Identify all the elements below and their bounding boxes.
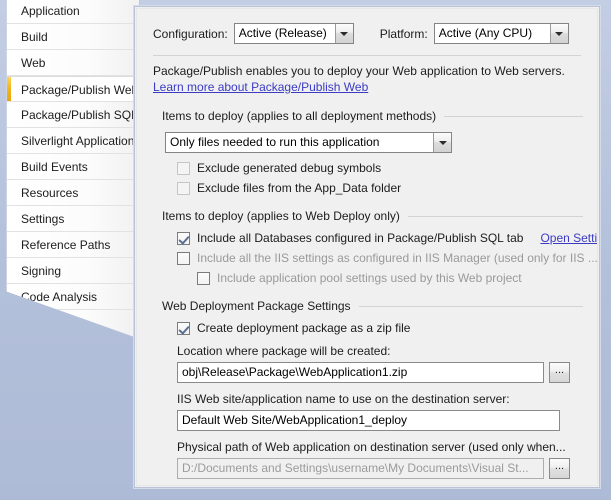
exclude-app-data-label: Exclude files from the App_Data folder bbox=[197, 181, 402, 195]
sidebar-item-build[interactable]: Build bbox=[7, 24, 139, 50]
location-input[interactable]: obj\Release\Package\WebApplication1.zip bbox=[177, 362, 544, 383]
include-iis-settings-checkbox[interactable] bbox=[177, 251, 190, 265]
iis-name-field-row: Default Web Site/WebApplication1_deploy bbox=[177, 410, 597, 431]
sidebar-item-resources[interactable]: Resources bbox=[7, 180, 139, 206]
chevron-down-icon[interactable] bbox=[433, 133, 451, 152]
sidebar-item-reference-paths[interactable]: Reference Paths bbox=[7, 232, 139, 258]
learn-more-link[interactable]: Learn more about Package/Publish Web bbox=[153, 80, 368, 95]
sidebar-item-label: Application bbox=[21, 4, 80, 18]
include-app-pool-checkbox[interactable] bbox=[197, 271, 210, 285]
sidebar-item-label: Resources bbox=[21, 186, 79, 200]
sidebar-item-settings[interactable]: Settings bbox=[7, 206, 139, 232]
group-package-settings-header: Web Deployment Package Settings bbox=[162, 299, 583, 313]
location-browse-button[interactable]: ... bbox=[549, 362, 570, 383]
configuration-value: Active (Release) bbox=[238, 26, 327, 40]
group-title: Items to deploy (applies to all deployme… bbox=[162, 109, 437, 123]
include-databases-label: Include all Databases configured in Pack… bbox=[197, 231, 524, 245]
sidebar-item-signing[interactable]: Signing bbox=[7, 258, 139, 284]
create-zip-label: Create deployment package as a zip file bbox=[197, 321, 411, 335]
physical-path-field-row: D:/Documents and Settings\username\My Do… bbox=[177, 458, 597, 479]
sidebar-item-label: Package/Publish Web bbox=[21, 83, 139, 97]
properties-tab-strip: Application Build Web Package/Publish We… bbox=[6, 0, 140, 339]
group-rule bbox=[358, 305, 583, 307]
open-settings-link[interactable]: Open Settings bbox=[540, 231, 597, 245]
physical-path-input[interactable]: D:/Documents and Settings\username\My Do… bbox=[177, 458, 544, 479]
group-items-web-deploy-header: Items to deploy (applies to Web Deploy o… bbox=[162, 209, 583, 223]
group-title: Items to deploy (applies to Web Deploy o… bbox=[162, 209, 400, 223]
exclude-app-data-row[interactable]: Exclude files from the App_Data folder bbox=[177, 181, 597, 195]
include-app-pool-label: Include application pool settings used b… bbox=[217, 271, 522, 285]
sidebar-item-label: Code Analysis bbox=[21, 290, 98, 304]
include-iis-settings-label: Include all the IIS settings as configur… bbox=[197, 251, 598, 265]
sidebar-item-package-publish-sql[interactable]: Package/Publish SQL bbox=[7, 102, 139, 128]
group-rule bbox=[407, 215, 583, 217]
intro-description: Package/Publish enables you to deploy yo… bbox=[153, 64, 565, 78]
configuration-label: Configuration: bbox=[153, 26, 228, 41]
physical-path-browse-button[interactable]: ... bbox=[549, 458, 570, 479]
sidebar-item-label: Build Events bbox=[21, 160, 88, 174]
sidebar-item-application[interactable]: Application bbox=[7, 0, 139, 24]
platform-value: Active (Any CPU) bbox=[438, 26, 533, 40]
sidebar-item-silverlight-applications[interactable]: Silverlight Applications bbox=[7, 128, 139, 154]
include-app-pool-row[interactable]: Include application pool settings used b… bbox=[197, 271, 597, 285]
package-publish-web-panel: Configuration: Active (Release) Platform… bbox=[134, 6, 600, 488]
exclude-debug-symbols-row[interactable]: Exclude generated debug symbols bbox=[177, 161, 597, 175]
create-zip-row[interactable]: Create deployment package as a zip file bbox=[177, 321, 597, 335]
sidebar-item-web[interactable]: Web bbox=[7, 50, 139, 76]
iis-name-input[interactable]: Default Web Site/WebApplication1_deploy bbox=[177, 410, 560, 431]
exclude-debug-symbols-label: Exclude generated debug symbols bbox=[197, 161, 382, 175]
sidebar-item-code-analysis[interactable]: Code Analysis bbox=[7, 284, 139, 310]
properties-page-root: Application Build Web Package/Publish We… bbox=[0, 0, 611, 500]
group-title: Web Deployment Package Settings bbox=[162, 299, 351, 313]
configuration-dropdown[interactable]: Active (Release) bbox=[233, 23, 354, 44]
location-label: Location where package will be created: bbox=[177, 344, 391, 358]
sidebar-item-label: Web bbox=[21, 56, 46, 70]
include-iis-settings-row[interactable]: Include all the IIS settings as configur… bbox=[177, 251, 597, 265]
chevron-down-icon[interactable] bbox=[334, 24, 353, 43]
exclude-debug-symbols-checkbox[interactable] bbox=[177, 161, 190, 175]
include-databases-checkbox[interactable] bbox=[177, 231, 190, 245]
include-databases-row[interactable]: Include all Databases configured in Pack… bbox=[177, 231, 597, 245]
panel-content: Configuration: Active (Release) Platform… bbox=[136, 8, 598, 486]
platform-dropdown[interactable]: Active (Any CPU) bbox=[433, 23, 569, 44]
platform-label: Platform: bbox=[379, 26, 428, 41]
deploy-scope-dropdown[interactable]: Only files needed to run this applicatio… bbox=[165, 132, 452, 153]
sidebar-item-label: Build bbox=[21, 30, 48, 44]
group-items-all-methods-header: Items to deploy (applies to all deployme… bbox=[162, 109, 583, 123]
chevron-down-icon[interactable] bbox=[549, 24, 568, 43]
physical-path-label: Physical path of Web application on dest… bbox=[177, 440, 566, 454]
deploy-scope-value: Only files needed to run this applicatio… bbox=[170, 135, 380, 149]
sidebar-item-label: Reference Paths bbox=[21, 238, 111, 252]
sidebar-item-label: Silverlight Applications bbox=[21, 134, 139, 148]
sidebar-item-build-events[interactable]: Build Events bbox=[7, 154, 139, 180]
location-field-row: obj\Release\Package\WebApplication1.zip … bbox=[177, 362, 597, 383]
configuration-bar: Configuration: Active (Release) Platform… bbox=[137, 9, 597, 44]
iis-name-label: IIS Web site/application name to use on … bbox=[177, 392, 510, 406]
sidebar-item-label: Signing bbox=[21, 264, 62, 278]
exclude-app-data-checkbox[interactable] bbox=[177, 181, 190, 195]
sidebar-item-package-publish-web[interactable]: Package/Publish Web bbox=[7, 76, 139, 102]
sidebar-item-label: Package/Publish SQL bbox=[21, 108, 138, 122]
group-rule bbox=[444, 115, 583, 117]
create-zip-checkbox[interactable] bbox=[177, 321, 190, 335]
sidebar-item-label: Settings bbox=[21, 212, 65, 226]
